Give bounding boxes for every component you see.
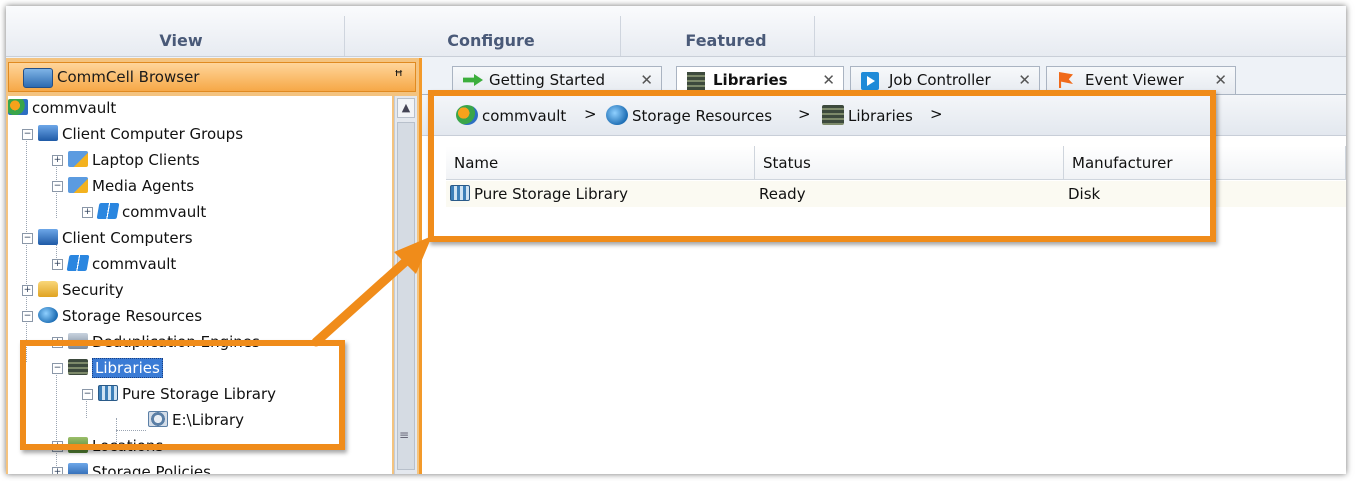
tab-label: Event Viewer: [1085, 71, 1184, 89]
tree-node-client-computers[interactable]: Client Computers: [38, 226, 193, 250]
tab-label: Libraries: [713, 71, 788, 89]
tree-node-media-agents[interactable]: Media Agents: [68, 174, 194, 198]
tree-node-label: Storage Policies: [92, 463, 211, 474]
media-agent-group-icon: [68, 177, 88, 193]
callout-box-libraries-view: [428, 90, 1216, 242]
tree-line: [26, 132, 27, 362]
tree-node-storage-resources[interactable]: Storage Resources: [38, 304, 202, 328]
tree-node-storage-policies[interactable]: Storage Policies: [68, 460, 211, 474]
tree-node-media-agent-commvault[interactable]: commvault: [96, 200, 207, 224]
tree-node-label: Security: [62, 281, 124, 299]
library-icon: [687, 72, 705, 90]
storage-policy-icon: [68, 463, 88, 474]
tree-node-security[interactable]: Security: [38, 278, 124, 302]
commcell-browser-icon: [23, 68, 53, 88]
ribbon: View Configure Featured: [6, 6, 1346, 57]
ribbon-separator: [620, 16, 621, 56]
tree-node-label: commvault: [92, 255, 177, 273]
commcell-console-window: View Configure Featured CommCell Browser…: [6, 6, 1346, 474]
close-tab-icon[interactable]: ✕: [1214, 67, 1227, 93]
computer-group-icon: [38, 125, 58, 141]
ribbon-tab-configure[interactable]: Configure: [351, 28, 631, 54]
expand-toggle[interactable]: +: [82, 207, 93, 218]
globe-icon: [38, 307, 58, 323]
callout-box-tree-libraries: [20, 340, 345, 450]
ribbon-separator: [344, 16, 345, 56]
windows-icon: [96, 203, 120, 219]
ribbon-tab-view[interactable]: View: [66, 28, 296, 54]
tree-scrollbar[interactable]: ▲ ≡: [394, 96, 417, 474]
commvault-logo-icon: [8, 99, 28, 115]
flag-icon: [1059, 72, 1073, 88]
tree-node-label: commvault: [32, 99, 117, 117]
ribbon-tab-featured[interactable]: Featured: [626, 28, 826, 54]
commcell-browser-header: CommCell Browser ꟸ: [8, 62, 416, 92]
collapse-toggle[interactable]: −: [22, 233, 33, 244]
client-computers-icon: [38, 229, 58, 245]
windows-icon: [66, 255, 90, 271]
panel-title: CommCell Browser: [57, 68, 200, 86]
tree-node-label: Storage Resources: [62, 307, 203, 325]
lock-icon: [38, 281, 58, 297]
ribbon-separator: [814, 16, 815, 56]
tree-node-commvault-root[interactable]: commvault: [8, 96, 116, 120]
tree-node-label: commvault: [122, 203, 207, 221]
expand-toggle[interactable]: +: [52, 259, 63, 270]
collapse-toggle[interactable]: −: [22, 311, 33, 322]
collapse-toggle[interactable]: −: [52, 181, 63, 192]
tree-node-label: Laptop Clients: [92, 151, 200, 169]
laptop-group-icon: [68, 151, 88, 167]
tab-label: Job Controller: [889, 71, 991, 89]
collapse-toggle[interactable]: −: [22, 129, 33, 140]
tree-node-client-commvault[interactable]: commvault: [66, 252, 177, 276]
expand-toggle[interactable]: +: [52, 155, 63, 166]
play-icon: [861, 72, 879, 90]
expand-toggle[interactable]: +: [52, 467, 63, 474]
expand-toggle[interactable]: +: [22, 285, 33, 296]
tree-node-label: Media Agents: [92, 177, 195, 195]
scroll-thumb[interactable]: [397, 122, 415, 470]
green-arrow-icon: [463, 74, 483, 86]
tree-node-label: Client Computer Groups: [62, 125, 244, 143]
scroll-grip-icon: ≡: [399, 428, 410, 442]
tree-node-label: Client Computers: [62, 229, 193, 247]
scroll-up-button[interactable]: ▲: [397, 98, 415, 118]
tree-node-client-computer-groups[interactable]: Client Computer Groups: [38, 122, 243, 146]
document-tabs: Getting Started ✕ Libraries ✕ Job Contro…: [422, 58, 1346, 95]
tree-node-laptop-clients[interactable]: Laptop Clients: [68, 148, 200, 172]
pin-icon[interactable]: ꟸ: [394, 67, 403, 85]
tab-label: Getting Started: [489, 71, 605, 89]
